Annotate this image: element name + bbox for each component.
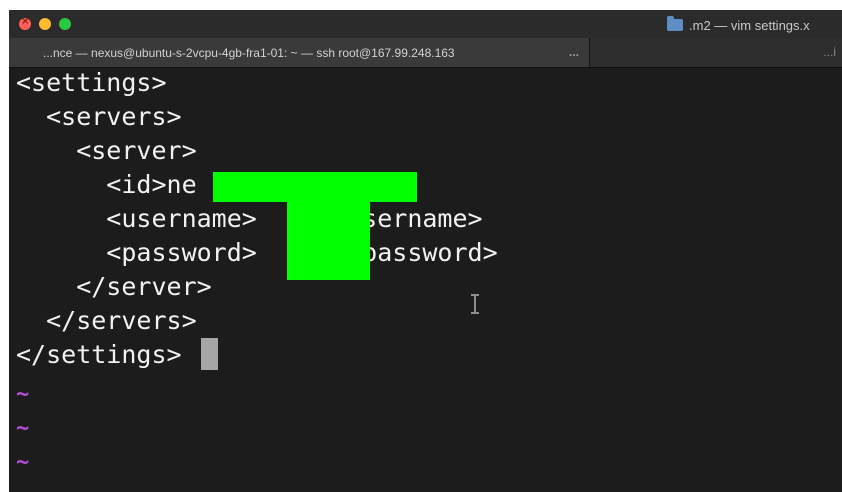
code-line: <username> /username> xyxy=(16,204,483,233)
window-title: .m2 — vim settings.x xyxy=(667,16,810,34)
maximize-window-button[interactable] xyxy=(59,18,71,30)
tab-second[interactable]: ...i xyxy=(590,38,842,67)
code-line: <settings> xyxy=(16,68,167,97)
empty-line-marker: ~ xyxy=(16,382,30,407)
tab-ssh-session-label: ...nce — nexus@ubuntu-s-2vcpu-4gb-fra1-0… xyxy=(43,46,455,60)
ibeam-cursor-icon xyxy=(471,294,479,314)
text-cursor xyxy=(201,338,218,370)
tab-ssh-session[interactable]: ...nce — nexus@ubuntu-s-2vcpu-4gb-fra1-0… xyxy=(9,38,590,67)
code-line: </settings> xyxy=(16,340,182,369)
folder-icon xyxy=(667,16,683,31)
close-window-button[interactable]: × xyxy=(19,16,31,30)
tab-second-label: ...i xyxy=(823,45,836,59)
minimize-window-button[interactable] xyxy=(39,18,51,30)
code-line: </server> xyxy=(16,272,212,301)
empty-line-marker: ~ xyxy=(16,450,30,475)
empty-line-marker: ~ xyxy=(16,416,30,441)
code-line: <password> </password> xyxy=(16,238,498,267)
tab-overflow-icon[interactable]: ... xyxy=(569,45,579,59)
code-line: <server> xyxy=(16,136,197,165)
empty-line-marker: ~ xyxy=(16,482,29,492)
code-line: </servers> xyxy=(16,306,197,335)
code-line: <servers> xyxy=(16,102,182,131)
tab-bar: ...nce — nexus@ubuntu-s-2vcpu-4gb-fra1-0… xyxy=(9,38,842,68)
window-title-text: .m2 — vim settings.x xyxy=(689,17,810,33)
close-icon: × xyxy=(21,16,30,27)
title-bar: × .m2 — vim settings.x xyxy=(9,10,842,38)
terminal-window: × .m2 — vim settings.x ...nce — nexus@ub… xyxy=(9,10,842,492)
vim-editor-area[interactable]: <settings> <servers> <server> <id>ne s</… xyxy=(9,68,842,492)
redaction-box xyxy=(287,198,370,280)
